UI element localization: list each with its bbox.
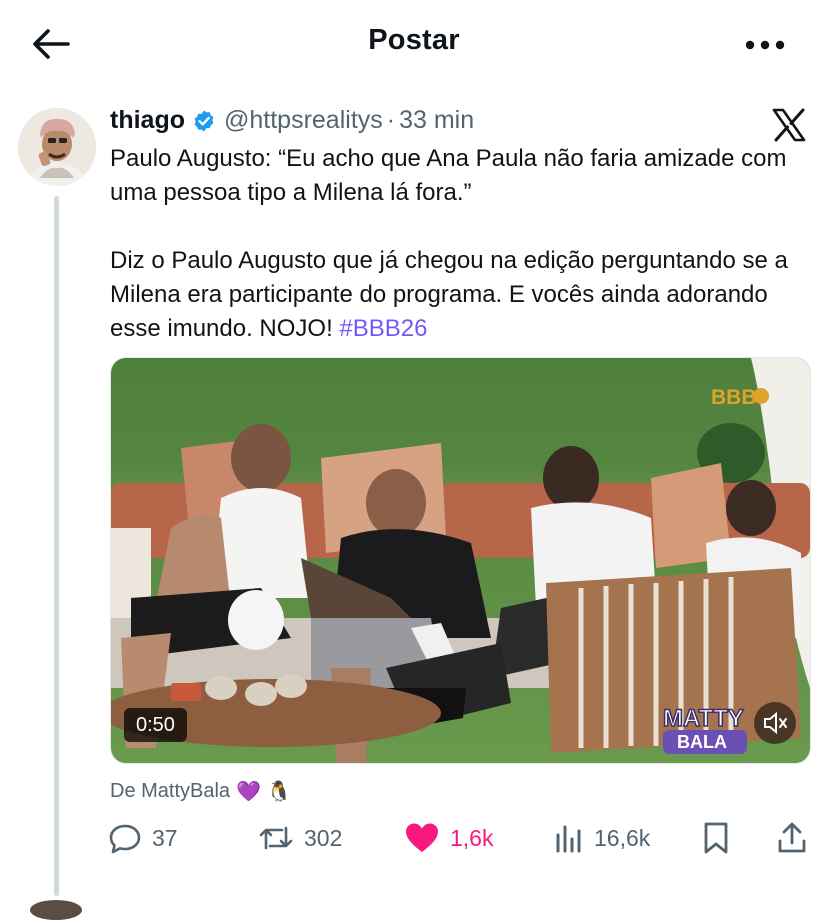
- video-duration: 0:50: [124, 708, 187, 742]
- watermark: MATTY BALA: [662, 704, 747, 754]
- views-count: 16,6k: [594, 824, 651, 851]
- tweet-header: thiago @httpsrealitys · 33 min: [110, 106, 474, 135]
- like-icon: [406, 823, 438, 852]
- more-icon: [745, 40, 785, 50]
- top-bar: Postar: [0, 0, 828, 90]
- watermark-line-1: MATTY: [663, 705, 744, 732]
- like-button[interactable]: 1,6k: [404, 818, 493, 858]
- bookmark-button[interactable]: [702, 818, 740, 858]
- repost-button[interactable]: 302: [258, 818, 342, 858]
- x-logo-icon: [772, 108, 806, 142]
- repost-icon: [259, 826, 293, 850]
- mute-icon: [764, 711, 787, 735]
- action-bar: 37 302 1,6k 16,6k: [108, 818, 808, 858]
- video-brand-logo: BBB: [711, 386, 757, 409]
- page-title: Postar: [368, 24, 460, 56]
- thread-line: [54, 196, 59, 896]
- x-logo: [772, 108, 806, 142]
- credit-emoji: 💜 🐧: [236, 781, 292, 803]
- media-credit[interactable]: De MattyBala 💜 🐧: [110, 779, 291, 804]
- next-reply-avatar[interactable]: [30, 900, 82, 920]
- hashtag-link[interactable]: #BBB26: [339, 315, 427, 342]
- tweet-text-paragraph-2: Diz o Paulo Augusto que já chegou na edi…: [110, 244, 810, 346]
- mute-button[interactable]: [754, 702, 796, 744]
- views-button[interactable]: 16,6k: [554, 818, 650, 858]
- reply-count: 37: [152, 824, 178, 851]
- more-button[interactable]: [742, 28, 788, 62]
- watermark-line-2: BALA: [677, 732, 727, 752]
- tweet-time[interactable]: 33 min: [399, 106, 474, 135]
- tweet-text-paragraph-1: Paulo Augusto: “Eu acho que Ana Paula nã…: [110, 145, 787, 206]
- repost-count: 302: [304, 824, 343, 851]
- separator-dot: ·: [386, 106, 396, 134]
- credit-text: De MattyBala: [110, 780, 231, 802]
- author-avatar[interactable]: [18, 108, 96, 186]
- views-icon: [556, 825, 581, 853]
- video-frame: BBB MATTY BALA: [111, 358, 810, 763]
- author-name[interactable]: thiago: [110, 106, 185, 135]
- tweet-text-body: Diz o Paulo Augusto que já chegou na edi…: [110, 247, 788, 342]
- share-button[interactable]: [776, 818, 818, 858]
- author-handle[interactable]: @httpsrealitys: [224, 106, 383, 135]
- like-count: 1,6k: [450, 824, 494, 851]
- bookmark-icon: [704, 822, 728, 854]
- share-icon: [778, 822, 806, 853]
- tweet-text: Paulo Augusto: “Eu acho que Ana Paula nã…: [110, 142, 810, 346]
- reply-icon: [109, 824, 141, 854]
- video-player[interactable]: BBB MATTY BALA: [110, 357, 811, 764]
- reply-button[interactable]: 37: [108, 818, 178, 858]
- verified-icon: [194, 110, 214, 131]
